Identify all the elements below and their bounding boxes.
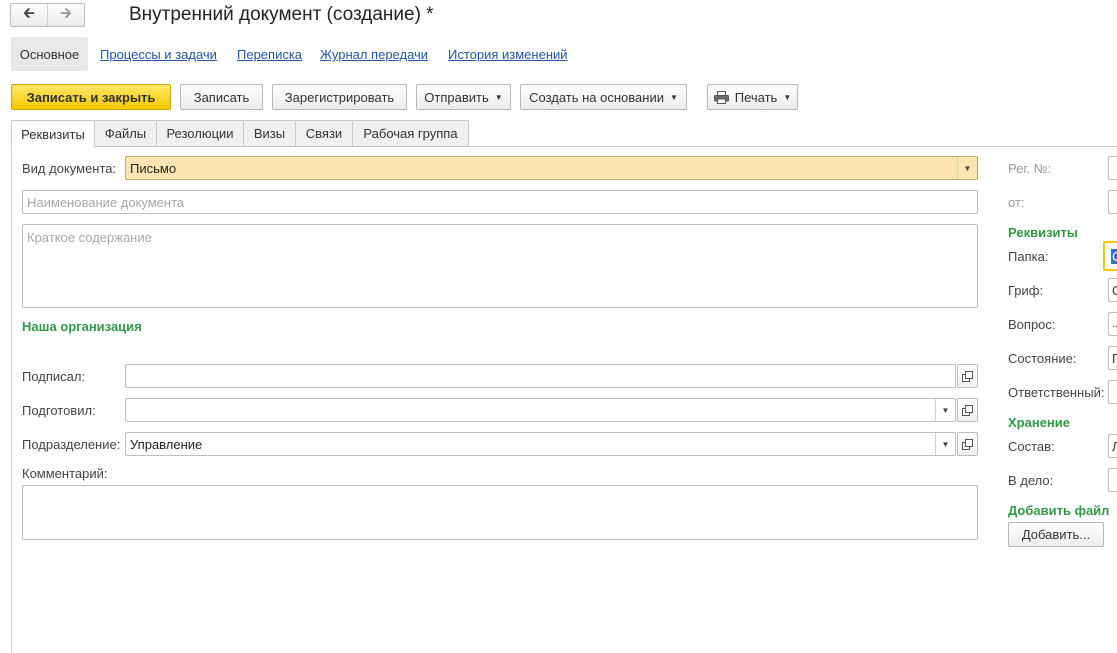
comment-textarea[interactable] bbox=[22, 485, 978, 540]
stamp-value: О bbox=[1112, 283, 1117, 298]
state-value: П bbox=[1112, 351, 1117, 366]
department-select[interactable]: Управление ▼ bbox=[125, 432, 956, 456]
state-input[interactable]: П bbox=[1108, 346, 1117, 370]
doc-name-placeholder: Наименование документа bbox=[27, 194, 185, 210]
chevron-down-icon[interactable]: ▼ bbox=[957, 157, 977, 179]
chevron-down-icon: ▼ bbox=[494, 92, 503, 102]
reg-no-input[interactable] bbox=[1108, 156, 1117, 180]
add-file-button[interactable]: Добавить... bbox=[1008, 522, 1104, 547]
print-label: Печать bbox=[734, 89, 778, 105]
chevron-down-icon: ▼ bbox=[783, 92, 792, 102]
responsible-label: Ответственный: bbox=[1008, 385, 1105, 400]
tab-visas[interactable]: Визы bbox=[243, 120, 296, 147]
back-button[interactable]: 🡰 bbox=[11, 4, 47, 26]
requisites-heading: Реквизиты bbox=[1008, 225, 1078, 240]
chevron-down-icon[interactable]: ▼ bbox=[935, 399, 955, 421]
tab-working-group[interactable]: Рабочая группа bbox=[352, 120, 469, 147]
print-button[interactable]: Печать ▼ bbox=[707, 84, 798, 110]
doc-type-select[interactable]: Письмо ▼ bbox=[125, 156, 978, 180]
send-button[interactable]: Отправить ▼ bbox=[416, 84, 511, 110]
open-icon bbox=[962, 370, 973, 382]
open-signed-button[interactable] bbox=[957, 364, 978, 388]
department-label: Подразделение: bbox=[22, 437, 121, 452]
open-icon bbox=[962, 438, 973, 450]
section-main[interactable]: Основное bbox=[11, 37, 88, 71]
summary-textarea[interactable]: Краткое содержание bbox=[22, 224, 978, 308]
open-department-button[interactable] bbox=[957, 432, 978, 456]
stamp-input[interactable]: О bbox=[1108, 278, 1117, 302]
save-button[interactable]: Записать bbox=[180, 84, 263, 110]
save-and-close-button[interactable]: Записать и закрыть bbox=[11, 84, 171, 110]
folder-input[interactable]: С bbox=[1103, 241, 1117, 271]
section-link-transfer-log[interactable]: Журнал передачи bbox=[320, 47, 428, 62]
add-file-heading: Добавить файл bbox=[1008, 503, 1110, 518]
section-link-correspondence[interactable]: Переписка bbox=[237, 47, 302, 62]
doc-type-value: Письмо bbox=[130, 160, 177, 176]
window-title: Внутренний документ (создание) * bbox=[129, 4, 434, 25]
to-case-label: В дело: bbox=[1008, 473, 1054, 488]
doc-type-label: Вид документа: bbox=[22, 161, 117, 176]
composition-input[interactable]: Л bbox=[1108, 434, 1117, 458]
question-input[interactable]: ... bbox=[1108, 312, 1117, 336]
question-label: Вопрос: bbox=[1008, 317, 1056, 332]
summary-placeholder: Краткое содержание bbox=[27, 230, 152, 245]
arrow-left-icon: 🡰 bbox=[22, 4, 36, 22]
tab-requisites[interactable]: Реквизиты bbox=[11, 120, 95, 148]
storage-heading: Хранение bbox=[1008, 415, 1070, 430]
comment-label: Комментарий: bbox=[22, 466, 108, 481]
signed-label: Подписал: bbox=[22, 369, 86, 384]
tab-files[interactable]: Файлы bbox=[94, 120, 157, 147]
history-nav: 🡰 🡲 bbox=[10, 3, 85, 27]
folder-label: Папка: bbox=[1008, 249, 1049, 264]
composition-label: Состав: bbox=[1008, 439, 1055, 454]
arrow-right-icon: 🡲 bbox=[59, 4, 73, 22]
department-value: Управление bbox=[130, 436, 203, 452]
send-label: Отправить bbox=[424, 89, 489, 105]
reg-no-label: Рег. №: bbox=[1008, 161, 1052, 176]
tab-links[interactable]: Связи bbox=[295, 120, 353, 147]
responsible-input[interactable] bbox=[1108, 380, 1117, 404]
open-prepared-button[interactable] bbox=[957, 398, 978, 422]
folder-value: С bbox=[1111, 248, 1117, 264]
chevron-down-icon: ▼ bbox=[669, 92, 678, 102]
from-date-label: от: bbox=[1008, 195, 1025, 210]
create-based-on-button[interactable]: Создать на основании ▼ bbox=[520, 84, 687, 110]
create-based-label: Создать на основании bbox=[529, 89, 664, 105]
forward-button[interactable]: 🡲 bbox=[47, 4, 84, 26]
state-label: Состояние: bbox=[1008, 351, 1077, 366]
section-link-processes[interactable]: Процессы и задачи bbox=[100, 47, 217, 62]
prepared-select[interactable]: ▼ bbox=[125, 398, 956, 422]
prepared-label: Подготовил: bbox=[22, 403, 96, 418]
from-date-input[interactable] bbox=[1108, 190, 1117, 214]
org-heading: Наша организация bbox=[22, 319, 142, 334]
doc-name-input[interactable]: Наименование документа bbox=[22, 190, 978, 214]
register-button[interactable]: Зарегистрировать bbox=[272, 84, 407, 110]
stamp-label: Гриф: bbox=[1008, 283, 1044, 298]
to-case-input[interactable] bbox=[1108, 468, 1117, 492]
signed-input[interactable] bbox=[125, 364, 956, 388]
composition-value: Л bbox=[1112, 439, 1117, 454]
content-border bbox=[11, 146, 12, 653]
section-link-change-history[interactable]: История изменений bbox=[448, 47, 568, 62]
open-icon bbox=[962, 404, 973, 416]
printer-icon bbox=[713, 90, 729, 104]
question-value: ... bbox=[1112, 318, 1117, 330]
tab-resolutions[interactable]: Резолюции bbox=[156, 120, 244, 147]
chevron-down-icon[interactable]: ▼ bbox=[935, 433, 955, 455]
